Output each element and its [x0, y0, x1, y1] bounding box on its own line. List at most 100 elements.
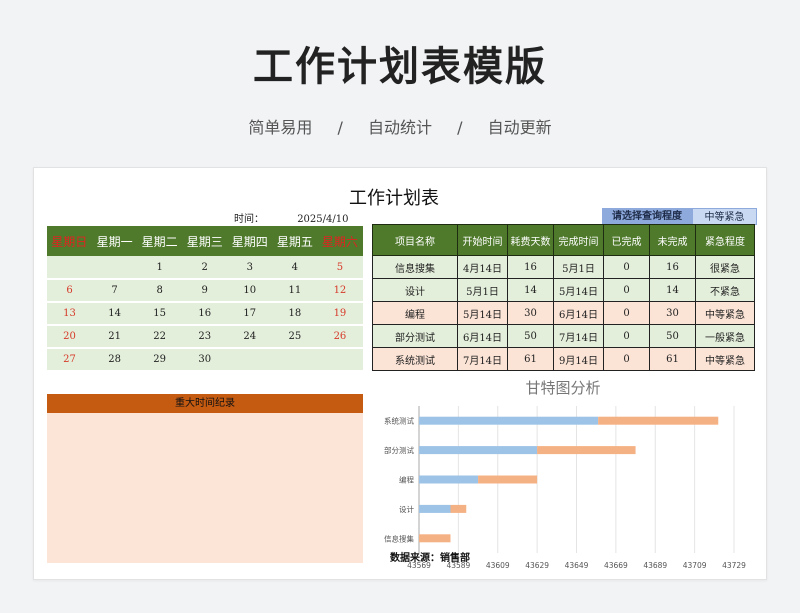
- calendar-day[interactable]: 29: [137, 348, 183, 372]
- task-cell[interactable]: 4月14日: [457, 255, 508, 279]
- task-cell[interactable]: 0: [603, 324, 650, 348]
- calendar-day[interactable]: [92, 256, 138, 280]
- task-cell[interactable]: 编程: [372, 301, 458, 325]
- calendar-day[interactable]: 14: [92, 302, 138, 326]
- task-cell[interactable]: 5月14日: [553, 278, 604, 302]
- task-cell[interactable]: 30: [649, 301, 696, 325]
- calendar-day[interactable]: 23: [182, 325, 228, 349]
- calendar-day[interactable]: 11: [272, 279, 318, 303]
- task-cell[interactable]: 7月14日: [457, 347, 508, 371]
- task-cell[interactable]: 6月14日: [457, 324, 508, 348]
- hero-separator: /: [337, 118, 343, 137]
- calendar-day[interactable]: 1: [137, 256, 183, 280]
- x-tick-label: 43729: [722, 561, 746, 570]
- calendar-day[interactable]: 18: [272, 302, 318, 326]
- calendar-day[interactable]: 13: [47, 302, 93, 326]
- task-cell[interactable]: 部分测试: [372, 324, 458, 348]
- time-row: 时间： 2025/4/10: [234, 210, 348, 225]
- hero-title: 工作计划表模版: [253, 44, 547, 90]
- y-category-label: 编程: [399, 475, 414, 485]
- calendar-day[interactable]: 2: [182, 256, 228, 280]
- calendar-week: 27 28 29 30: [47, 348, 363, 372]
- x-tick-label: 43649: [565, 561, 589, 570]
- task-cell[interactable]: 0: [603, 347, 650, 371]
- bar-duration: [450, 504, 467, 513]
- task-cell[interactable]: 14: [507, 278, 554, 302]
- task-cell[interactable]: 信息搜集: [372, 255, 458, 279]
- calendar-day[interactable]: [227, 348, 273, 372]
- calendar-day[interactable]: 16: [182, 302, 228, 326]
- task-cell[interactable]: 中等紧急: [695, 347, 755, 371]
- calendar-day[interactable]: 3: [227, 256, 273, 280]
- task-cell[interactable]: 50: [507, 324, 554, 348]
- weekday-header: 星期六: [317, 226, 364, 256]
- calendar-day[interactable]: 21: [92, 325, 138, 349]
- calendar-day[interactable]: 22: [137, 325, 183, 349]
- time-label: 时间：: [234, 214, 264, 225]
- x-tick-label: 43629: [525, 561, 549, 570]
- bar-start-offset: [419, 416, 599, 425]
- hero-tag: 简单易用: [248, 118, 313, 137]
- weekday-header: 星期二: [137, 226, 183, 256]
- task-cell[interactable]: 61: [507, 347, 554, 371]
- calendar-day[interactable]: 26: [317, 325, 363, 349]
- bar-start-offset: [419, 446, 538, 455]
- records-body[interactable]: [47, 413, 363, 563]
- calendar-day[interactable]: 6: [47, 279, 93, 303]
- calendar-day[interactable]: 12: [317, 279, 363, 303]
- calendar-day[interactable]: 19: [317, 302, 363, 326]
- task-cell[interactable]: 30: [507, 301, 554, 325]
- x-tick-label: 43669: [604, 561, 628, 570]
- weekday-header: 星期四: [227, 226, 273, 256]
- task-cell[interactable]: 不紧急: [695, 278, 755, 302]
- task-cell[interactable]: 14: [649, 278, 696, 302]
- task-cell[interactable]: 一般紧急: [695, 324, 755, 348]
- task-cell[interactable]: 6月14日: [553, 301, 604, 325]
- calendar-day[interactable]: [317, 348, 363, 372]
- task-cell[interactable]: 9月14日: [553, 347, 604, 371]
- task-cell[interactable]: 16: [649, 255, 696, 279]
- calendar-day[interactable]: 27: [47, 348, 93, 372]
- task-cell[interactable]: 16: [507, 255, 554, 279]
- calendar-day[interactable]: [272, 348, 318, 372]
- task-cell[interactable]: 5月14日: [457, 301, 508, 325]
- calendar-day[interactable]: 24: [227, 325, 273, 349]
- y-category-label: 系统测试: [384, 416, 414, 426]
- task-cell[interactable]: 50: [649, 324, 696, 348]
- hero-tag: 自动统计: [367, 118, 432, 137]
- calendar-day[interactable]: 9: [182, 279, 228, 303]
- urgency-query: 请选择查询程度 中等紧急: [602, 208, 757, 225]
- calendar-day[interactable]: 17: [227, 302, 273, 326]
- task-cell[interactable]: 61: [649, 347, 696, 371]
- calendar-day[interactable]: 7: [92, 279, 138, 303]
- task-cell[interactable]: 系统测试: [372, 347, 458, 371]
- task-cell[interactable]: 7月14日: [553, 324, 604, 348]
- task-cell[interactable]: 中等紧急: [695, 301, 755, 325]
- query-select[interactable]: 中等紧急: [692, 208, 757, 225]
- task-cell[interactable]: 5月1日: [457, 278, 508, 302]
- calendar-day[interactable]: 5: [317, 256, 363, 280]
- task-row: 编程 5月14日 30 6月14日 0 30 中等紧急: [372, 301, 755, 325]
- task-cell[interactable]: 设计: [372, 278, 458, 302]
- calendar-day[interactable]: 8: [137, 279, 183, 303]
- calendar-day[interactable]: 15: [137, 302, 183, 326]
- task-cell[interactable]: 5月1日: [553, 255, 604, 279]
- task-cell[interactable]: 很紧急: [695, 255, 755, 279]
- task-column-header: 已完成: [603, 224, 650, 256]
- calendar-day[interactable]: 30: [182, 348, 228, 372]
- task-cell[interactable]: 0: [603, 255, 650, 279]
- calendar-day[interactable]: 10: [227, 279, 273, 303]
- calendar-day[interactable]: [47, 256, 93, 280]
- calendar-day[interactable]: 25: [272, 325, 318, 349]
- task-cell[interactable]: 0: [603, 301, 650, 325]
- calendar-day[interactable]: 28: [92, 348, 138, 372]
- calendar-week: 6 7 8 9 10 11 12: [47, 279, 363, 303]
- calendar-day[interactable]: 4: [272, 256, 318, 280]
- task-column-header: 未完成: [649, 224, 696, 256]
- weekday-header: 星期五: [272, 226, 318, 256]
- chart-title: 甘特图分析: [525, 379, 600, 397]
- data-source: 数据来源：销售部: [390, 553, 470, 564]
- calendar-day[interactable]: 20: [47, 325, 93, 349]
- task-cell[interactable]: 0: [603, 278, 650, 302]
- bar-start-offset: [419, 504, 451, 513]
